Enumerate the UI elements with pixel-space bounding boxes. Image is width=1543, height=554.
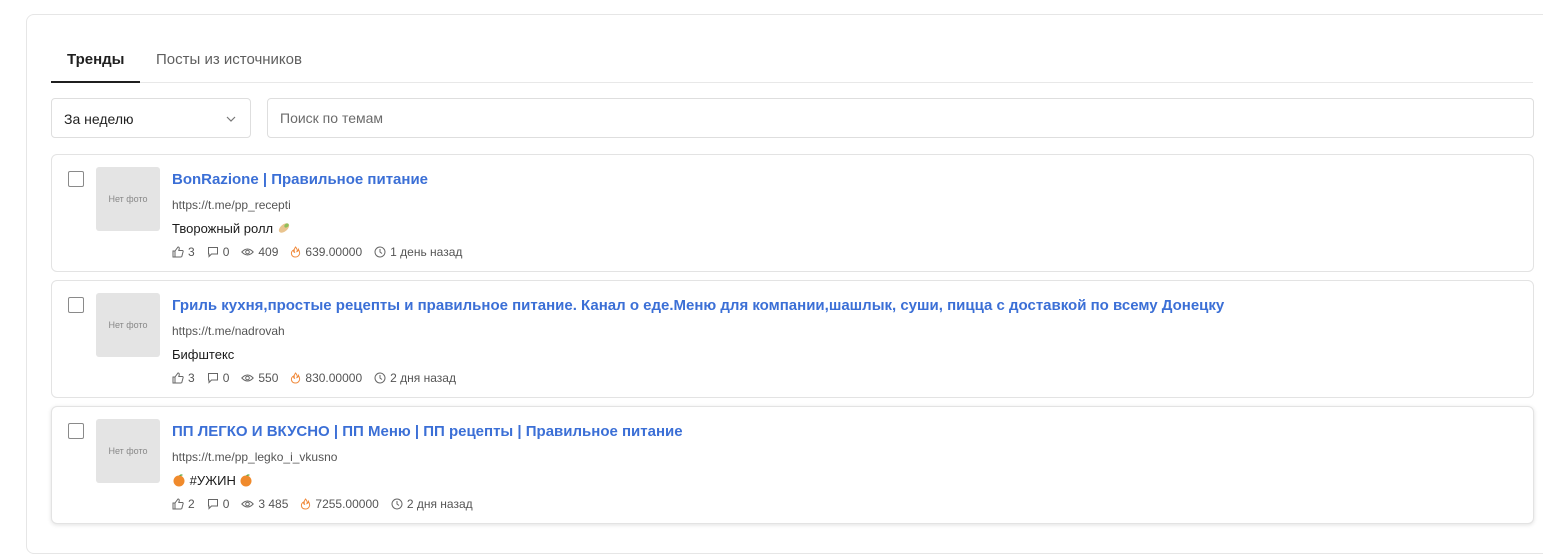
thumbs-up-icon <box>172 372 184 384</box>
post-time: 2 дня назад <box>406 497 473 511</box>
post-checkbox[interactable] <box>68 171 84 187</box>
clock-icon <box>374 372 386 384</box>
burrito-icon <box>278 223 289 233</box>
post-card: Нет фото ПП ЛЕГКО И ВКУСНО | ПП Меню | П… <box>51 406 1534 524</box>
post-card: Нет фото Гриль кухня,простые рецепты и п… <box>51 280 1534 398</box>
comment-icon <box>207 247 218 258</box>
post-thumbnail-placeholder: Нет фото <box>96 167 160 231</box>
post-text: Творожный ролл <box>172 220 291 238</box>
views-stat: 550 <box>241 370 278 386</box>
likes-stat: 3 <box>172 370 195 386</box>
clock-icon <box>374 246 386 258</box>
time-stat: 1 день назад <box>374 244 462 260</box>
likes-count: 2 <box>188 497 195 511</box>
period-select-value: За неделю <box>64 111 134 127</box>
score-stat: 639.00000 <box>290 244 362 260</box>
comments-count: 0 <box>222 245 230 259</box>
comment-icon <box>207 499 218 510</box>
time-stat: 2 дня назад <box>374 370 456 386</box>
chevron-down-icon <box>226 116 236 122</box>
post-thumbnail-placeholder: Нет фото <box>96 293 160 357</box>
score-value: 639.00000 <box>305 245 363 259</box>
comment-icon <box>207 373 218 384</box>
post-checkbox[interactable] <box>68 297 84 313</box>
post-channel-url: https://t.me/nadrovah <box>172 324 285 338</box>
period-select[interactable]: За неделю <box>51 98 251 138</box>
comments-count: 0 <box>222 371 230 385</box>
likes-count: 3 <box>188 245 195 259</box>
score-stat: 7255.00000 <box>300 496 379 512</box>
post-channel-title[interactable]: BonRazione | Правильное питание <box>172 170 428 190</box>
views-count: 3 485 <box>258 497 289 511</box>
post-text: #УЖИН <box>172 472 253 490</box>
views-count: 409 <box>258 245 279 259</box>
comments-stat: 0 <box>207 244 230 260</box>
fire-icon <box>301 498 311 510</box>
post-channel-url: https://t.me/pp_legko_i_vkusno <box>172 450 338 464</box>
clock-icon <box>391 498 403 510</box>
comments-stat: 0 <box>207 370 230 386</box>
post-text: Бифштекс <box>172 346 234 364</box>
post-channel-title[interactable]: Гриль кухня,простые рецепты и правильное… <box>172 296 1224 316</box>
score-value: 7255.00000 <box>315 497 379 511</box>
post-text-content: Творожный ролл <box>172 221 274 236</box>
post-text-content: Бифштекс <box>172 347 235 362</box>
tangerine-icon <box>240 474 252 487</box>
thumbs-up-icon <box>172 498 184 510</box>
tab-source-posts[interactable]: Посты из источников <box>156 50 302 70</box>
comments-count: 0 <box>222 497 230 511</box>
eye-icon <box>241 500 255 508</box>
post-stats: 2 0 3 485 7255.00000 2 дня назад <box>172 496 485 512</box>
eye-icon <box>241 248 255 256</box>
views-count: 550 <box>258 371 279 385</box>
post-channel-url: https://t.me/pp_recepti <box>172 198 291 212</box>
score-stat: 830.00000 <box>290 370 362 386</box>
tab-trends[interactable]: Тренды <box>67 50 125 70</box>
comments-stat: 0 <box>207 496 230 512</box>
active-tab-indicator <box>51 81 140 83</box>
score-value: 830.00000 <box>305 371 363 385</box>
thumbs-up-icon <box>172 246 184 258</box>
post-channel-title[interactable]: ПП ЛЕГКО И ВКУСНО | ПП Меню | ПП рецепты… <box>172 422 683 442</box>
likes-count: 3 <box>188 371 195 385</box>
fire-icon <box>291 246 301 258</box>
fire-icon <box>291 372 301 384</box>
time-stat: 2 дня назад <box>391 496 473 512</box>
likes-stat: 2 <box>172 496 195 512</box>
post-time: 1 день назад <box>390 245 463 259</box>
views-stat: 3 485 <box>241 496 288 512</box>
likes-stat: 3 <box>172 244 195 260</box>
post-stats: 3 0 550 830.00000 2 дня назад <box>172 370 468 386</box>
post-time: 2 дня назад <box>390 371 456 385</box>
post-checkbox[interactable] <box>68 423 84 439</box>
post-stats: 3 0 409 639.00000 1 день назад <box>172 244 474 260</box>
tangerine-icon <box>173 474 185 487</box>
eye-icon <box>241 374 255 382</box>
tab-bar: Тренды Посты из источников <box>51 38 1533 83</box>
post-text-content: #УЖИН <box>189 473 236 488</box>
search-input[interactable] <box>267 98 1534 138</box>
post-card: Нет фото BonRazione | Правильное питание… <box>51 154 1534 272</box>
views-stat: 409 <box>241 244 278 260</box>
post-thumbnail-placeholder: Нет фото <box>96 419 160 483</box>
